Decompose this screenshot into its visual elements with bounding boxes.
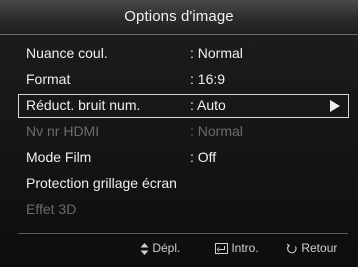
menu-item-label: Mode Film [26,149,92,165]
menu-item-value: : Normal [190,123,243,139]
menu-item-format[interactable]: Format : 16:9 [18,68,348,92]
menu-item-value: : Auto [190,97,226,113]
footer-move-hint: Dépl. [140,241,180,261]
footer-return-hint: Retour [286,241,337,261]
menu-item-value: : 16:9 [190,71,226,87]
menu-item-label: Effet 3D [26,201,77,217]
tv-menu-screen: Options d'image Nuance coul. : Normal Fo… [0,0,358,267]
footer-move-label: Dépl. [152,241,181,255]
menu-item-label: Réduct. bruit num. [26,97,141,113]
footer-enter-label: Intro. [231,241,259,255]
footer-enter-hint: Intro. [215,241,259,261]
footer-return-label: Retour [301,241,338,255]
menu-item-nv-nr-hdmi: Nv nr HDMI : Normal [18,120,348,144]
menu-item-nuance-coul[interactable]: Nuance coul. : Normal [18,42,348,66]
enter-icon [215,243,228,255]
menu-item-protection-grillage-ecran[interactable]: Protection grillage écran [18,172,348,196]
menu-item-label: Protection grillage écran [26,175,177,191]
footer-divider [18,233,348,234]
submenu-arrow-icon [330,100,340,112]
title-bar: Options d'image [0,0,358,35]
return-icon [286,243,297,254]
updown-arrows-icon [140,242,149,255]
menu-title: Options d'image [124,8,234,25]
menu-item-label: Nv nr HDMI [26,123,100,139]
menu-item-effet-3d: Effet 3D [18,198,348,222]
menu-item-mode-film[interactable]: Mode Film : Off [18,146,348,170]
menu-item-value: : Off [190,149,217,165]
menu-item-value: : Normal [190,45,243,61]
menu-item-label: Format [26,71,71,87]
menu-item-reduct-bruit-num[interactable]: Réduct. bruit num. : Auto [18,94,349,118]
menu-item-label: Nuance coul. [26,45,108,61]
